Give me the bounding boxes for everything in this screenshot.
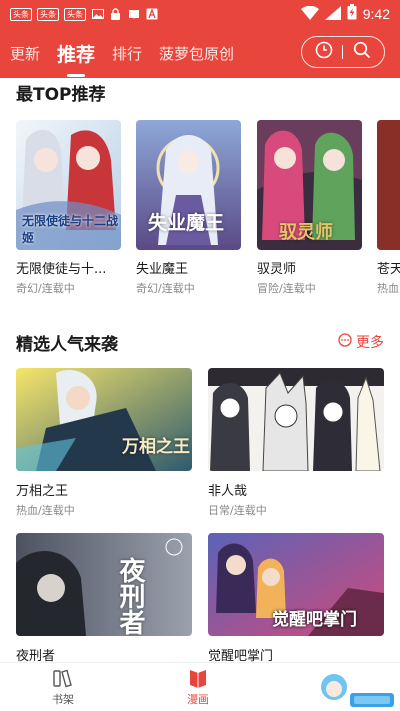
tab-update[interactable]: 更新 bbox=[10, 43, 40, 64]
clock-icon[interactable] bbox=[315, 41, 333, 63]
section-title-popular: 精选人气来袭 bbox=[16, 335, 118, 355]
comic-meta: 奇幻/连载中 bbox=[16, 282, 75, 295]
main-content[interactable]: 最TOP推荐 无限使徒与十二战姬 无限使徒与十... 奇幻/连载中 失业魔王 失… bbox=[0, 78, 400, 662]
comic-meta: 热血/连载中 bbox=[16, 504, 75, 517]
tab-recommend[interactable]: 推荐 bbox=[57, 40, 95, 77]
tab-ranking[interactable]: 排行 bbox=[112, 43, 142, 64]
comic-title[interactable]: 非人哉 bbox=[208, 480, 384, 499]
comic-cover[interactable] bbox=[377, 120, 400, 250]
comic-title[interactable]: 失业魔王 bbox=[136, 258, 241, 277]
pill-divider bbox=[342, 45, 344, 59]
bookshelf-icon bbox=[53, 669, 72, 688]
cover-caption: 无限使徒与十二战姬 bbox=[22, 214, 119, 245]
cover-caption: 觉醒吧掌门 bbox=[272, 610, 357, 630]
cover-caption: 驭灵师 bbox=[279, 222, 333, 243]
comic-cover[interactable]: 夜刑者 bbox=[16, 533, 192, 636]
comic-meta: 热血 bbox=[377, 282, 399, 295]
tab-original[interactable]: 菠萝包原创 bbox=[159, 43, 234, 64]
section-title-top: 最TOP推荐 bbox=[16, 85, 106, 105]
cover-caption: 失业魔王 bbox=[148, 212, 225, 234]
battery-charging-icon bbox=[347, 4, 357, 24]
notification-badge: 头条 bbox=[64, 7, 86, 21]
search-icon[interactable] bbox=[353, 41, 371, 63]
font-icon bbox=[145, 8, 158, 21]
comic-meta: 奇幻/连载中 bbox=[136, 282, 195, 295]
comic-title[interactable]: 觉醒吧掌门 bbox=[208, 645, 384, 662]
status-bar-notifications: 头条 头条 头条 bbox=[10, 7, 158, 21]
notification-badge: 头条 bbox=[10, 7, 32, 21]
more-link[interactable]: 更多 bbox=[338, 332, 384, 352]
book-icon bbox=[127, 8, 140, 21]
image-icon bbox=[91, 8, 104, 21]
comic-title[interactable]: 万相之王 bbox=[16, 480, 192, 499]
cover-caption: 夜刑者 bbox=[115, 557, 145, 635]
clock-time: 9:42 bbox=[362, 6, 390, 22]
cover-caption: 万相之王 bbox=[122, 437, 190, 457]
comic-cover[interactable] bbox=[208, 368, 384, 471]
comic-title[interactable]: 苍天 bbox=[377, 258, 400, 277]
top-navigation: 更新 推荐 排行 菠萝包原创 bbox=[0, 28, 400, 78]
comic-title[interactable]: 夜刑者 bbox=[16, 645, 192, 662]
bottom-navigation: 书架 漫画 bbox=[0, 662, 400, 711]
comic-cover[interactable]: 无限使徒与十二战姬 bbox=[16, 120, 121, 250]
bottom-tab-label: 漫画 bbox=[187, 693, 209, 706]
comic-meta: 日常/连载中 bbox=[208, 504, 267, 517]
comic-meta: 冒险/连载中 bbox=[257, 282, 316, 295]
comic-cover[interactable]: 失业魔王 bbox=[136, 120, 241, 250]
mascot-watermark bbox=[314, 665, 396, 711]
more-label: 更多 bbox=[356, 335, 384, 351]
comic-cover[interactable]: 觉醒吧掌门 bbox=[208, 533, 384, 636]
more-dots-icon bbox=[338, 333, 352, 351]
status-bar-system: 9:42 bbox=[300, 4, 390, 24]
bottom-tab-bookshelf[interactable]: 书架 bbox=[52, 667, 74, 707]
comic-cover[interactable]: 万相之王 bbox=[16, 368, 192, 471]
comic-title[interactable]: 驭灵师 bbox=[257, 258, 362, 277]
notification-badge: 头条 bbox=[37, 7, 59, 21]
wifi-icon bbox=[300, 5, 319, 24]
bottom-tab-label: 书架 bbox=[52, 693, 74, 706]
lock-icon bbox=[109, 8, 122, 21]
bottom-tab-comics[interactable]: 漫画 bbox=[187, 667, 209, 707]
history-search-pill bbox=[301, 36, 385, 68]
comic-book-icon bbox=[190, 670, 206, 688]
comic-title[interactable]: 无限使徒与十... bbox=[16, 258, 121, 277]
signal-icon bbox=[324, 5, 341, 24]
status-bar: 头条 头条 头条 9:42 bbox=[0, 0, 400, 28]
comic-cover[interactable]: 驭灵师 bbox=[257, 120, 362, 250]
